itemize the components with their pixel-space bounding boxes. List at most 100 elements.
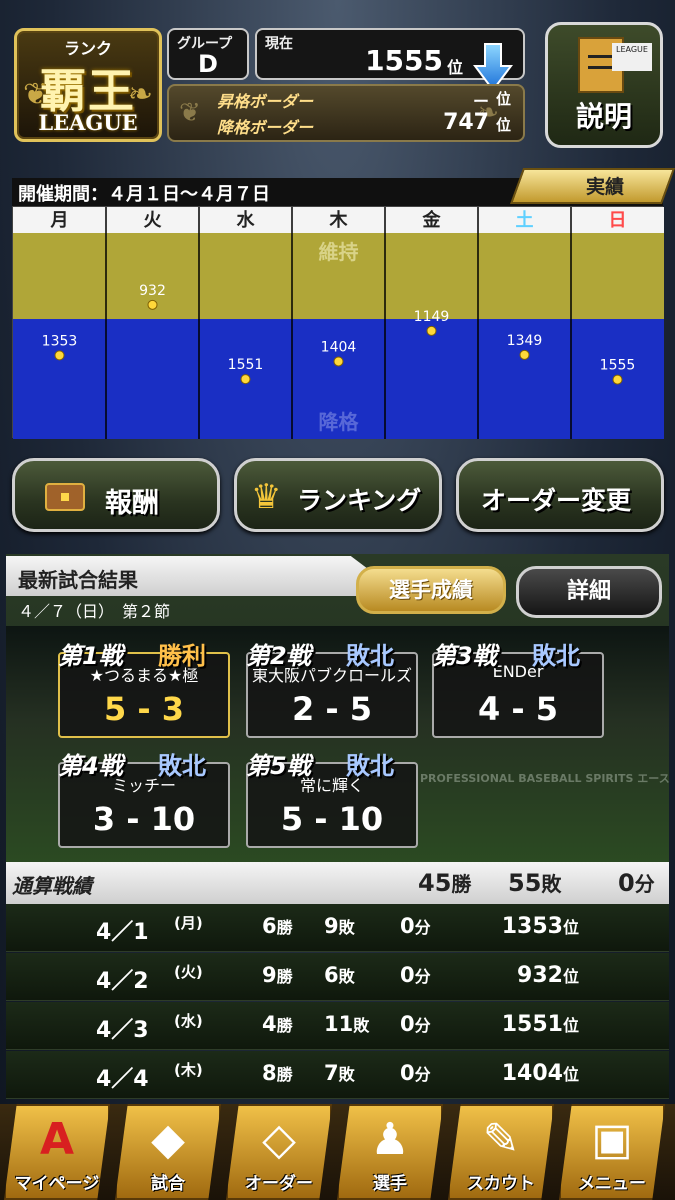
row-date: 4／1 [96, 920, 149, 945]
row-date: 4／2 [96, 969, 149, 994]
nav-order[interactable]: ◇ オーダー [226, 1104, 332, 1200]
day-label: 火 [144, 210, 163, 231]
total-losses-unit: 敗 [541, 872, 562, 896]
row-rank-unit: 位 [562, 1065, 579, 1084]
totals-title: 通算戦績 [12, 874, 92, 898]
row-wins-unit: 勝 [276, 1065, 293, 1084]
game-number: 第4戦 [58, 752, 123, 780]
day-label: 日 [609, 210, 627, 231]
row-day-of-week: (水) [174, 1012, 203, 1030]
game-number: 第1戦 [58, 642, 123, 670]
day-label: 金 [422, 209, 442, 231]
rank-badge: ランク ❦ ❧ 覇王 LEAGUE [14, 28, 162, 142]
total-losses: 55敗 [508, 868, 561, 897]
row-rank: 932位 [517, 963, 579, 988]
game-score: 5 - 10 [280, 800, 384, 838]
row-losses: 7敗 [324, 1061, 355, 1085]
league-board-icon: LEAGUE [612, 43, 652, 71]
nav-label: スカウト [467, 1174, 535, 1194]
nav-label: マイページ [14, 1174, 100, 1194]
player-stats-button[interactable]: 選手成績 [356, 566, 506, 614]
row-draws: 0分 [400, 963, 431, 987]
row-rank-unit: 位 [562, 967, 579, 986]
nav-mypage[interactable]: A マイページ [4, 1104, 110, 1200]
day-label: 木 [329, 209, 349, 231]
nav-game[interactable]: ◆ 試合 [115, 1104, 221, 1200]
reward-label: 報酬 [105, 488, 159, 519]
row-draws: 0分 [400, 1012, 431, 1036]
demotion-border-unit: 位 [495, 116, 511, 134]
latest-results-title: 最新試合結果 [18, 568, 138, 592]
reward-button[interactable]: 報酬 [12, 458, 220, 532]
daily-record-row: 4／1 (月) 6勝 9敗 0分 1353位 [6, 904, 669, 952]
game-number: 第5戦 [246, 752, 311, 780]
border-info-box: ❦ ❧ 昇格ボーダー ー 位 降格ボーダー 747 位 [167, 84, 525, 142]
menu-icon: ▣ [591, 1114, 633, 1165]
group-box: グループ D [167, 28, 249, 80]
current-label: 現在 [265, 36, 293, 52]
row-draws: 0分 [400, 1061, 431, 1085]
rank-point-label: 1404 [321, 339, 357, 355]
promotion-border-unit: 位 [495, 90, 511, 108]
game-score: 2 - 5 [291, 690, 373, 728]
game-outcome: 敗北 [532, 642, 580, 670]
promotion-border-value: ー [472, 92, 489, 111]
promotion-border-label: 昇格ボーダー [217, 92, 314, 111]
maintain-zone-label: 維持 [319, 240, 359, 264]
nav-label: メニュー [578, 1174, 646, 1194]
rank-point [426, 325, 437, 336]
row-wins-unit: 勝 [276, 918, 293, 937]
results-tab-label[interactable]: 実績 [560, 172, 650, 199]
nav-label: オーダー [245, 1174, 313, 1194]
row-draws: 0分 [400, 914, 431, 938]
day-label: 土 [516, 210, 534, 231]
row-losses: 9敗 [324, 914, 355, 938]
nav-scout[interactable]: ✎ スカウト [448, 1104, 554, 1200]
row-rank: 1551位 [501, 1012, 579, 1037]
row-draws-unit: 分 [414, 1016, 431, 1035]
nav-players[interactable]: ♟ 選手 [337, 1104, 443, 1200]
row-wins-unit: 勝 [276, 1016, 293, 1035]
nav-label: 試合 [151, 1174, 185, 1194]
nav-menu[interactable]: ▣ メニュー [559, 1104, 665, 1200]
rank-point-label: 1349 [507, 333, 543, 349]
row-draws-unit: 分 [414, 1065, 431, 1084]
weekly-rank-chart: 維持 降格 月 1353 火 932 水 1551 木 1404 金 1149 土 1349 日 1555 [12, 206, 664, 439]
game-outcome: 敗北 [346, 642, 394, 670]
row-losses-unit: 敗 [338, 918, 355, 937]
game-number: 第3戦 [432, 642, 497, 670]
help-label: 説明 [575, 100, 632, 133]
current-rank-box: 現在 1555 位 [255, 28, 525, 92]
help-button[interactable]: LEAGUE 説明 [545, 22, 663, 148]
ranking-label: ランキング [297, 486, 422, 515]
chart-svg: 維持降格 月 1353 火 932 水 1551 木 1404 金 1149 土 1349 日 1555 [13, 207, 664, 439]
players-icon: ♟ [370, 1114, 410, 1165]
crown-icon: ♛ [251, 477, 282, 517]
watermark: PROFESSIONAL BASEBALL SPIRITS エース [420, 772, 670, 785]
rank-point [612, 374, 623, 385]
rank-point-label: 1555 [600, 358, 636, 374]
row-date: 4／3 [96, 1018, 149, 1043]
total-wins-value: 45 [418, 869, 452, 897]
game-icon: ◆ [151, 1114, 185, 1165]
current-rank-value: 1555 [365, 44, 443, 77]
rank-point-label: 932 [139, 283, 166, 299]
row-losses: 11敗 [324, 1012, 370, 1036]
nav-label: 選手 [373, 1174, 407, 1194]
rank-league-label: LEAGUE [38, 110, 138, 135]
row-rank: 1404位 [501, 1061, 579, 1086]
rank-point [54, 350, 65, 361]
rank-point-label: 1149 [414, 309, 450, 325]
detail-button[interactable]: 詳細 [516, 566, 662, 618]
day-label: 月 [50, 210, 69, 231]
order-change-button[interactable]: オーダー変更 [456, 458, 664, 532]
rank-point [147, 299, 158, 310]
ranking-button[interactable]: ♛ ランキング [234, 458, 442, 532]
row-date: 4／4 [96, 1067, 149, 1092]
row-rank: 1353位 [501, 914, 579, 939]
row-draws-unit: 分 [414, 967, 431, 986]
row-day-of-week: (火) [174, 963, 203, 981]
scout-icon: ✎ [482, 1114, 520, 1165]
game-score: 3 - 10 [92, 800, 196, 838]
row-wins: 4勝 [262, 1012, 293, 1036]
